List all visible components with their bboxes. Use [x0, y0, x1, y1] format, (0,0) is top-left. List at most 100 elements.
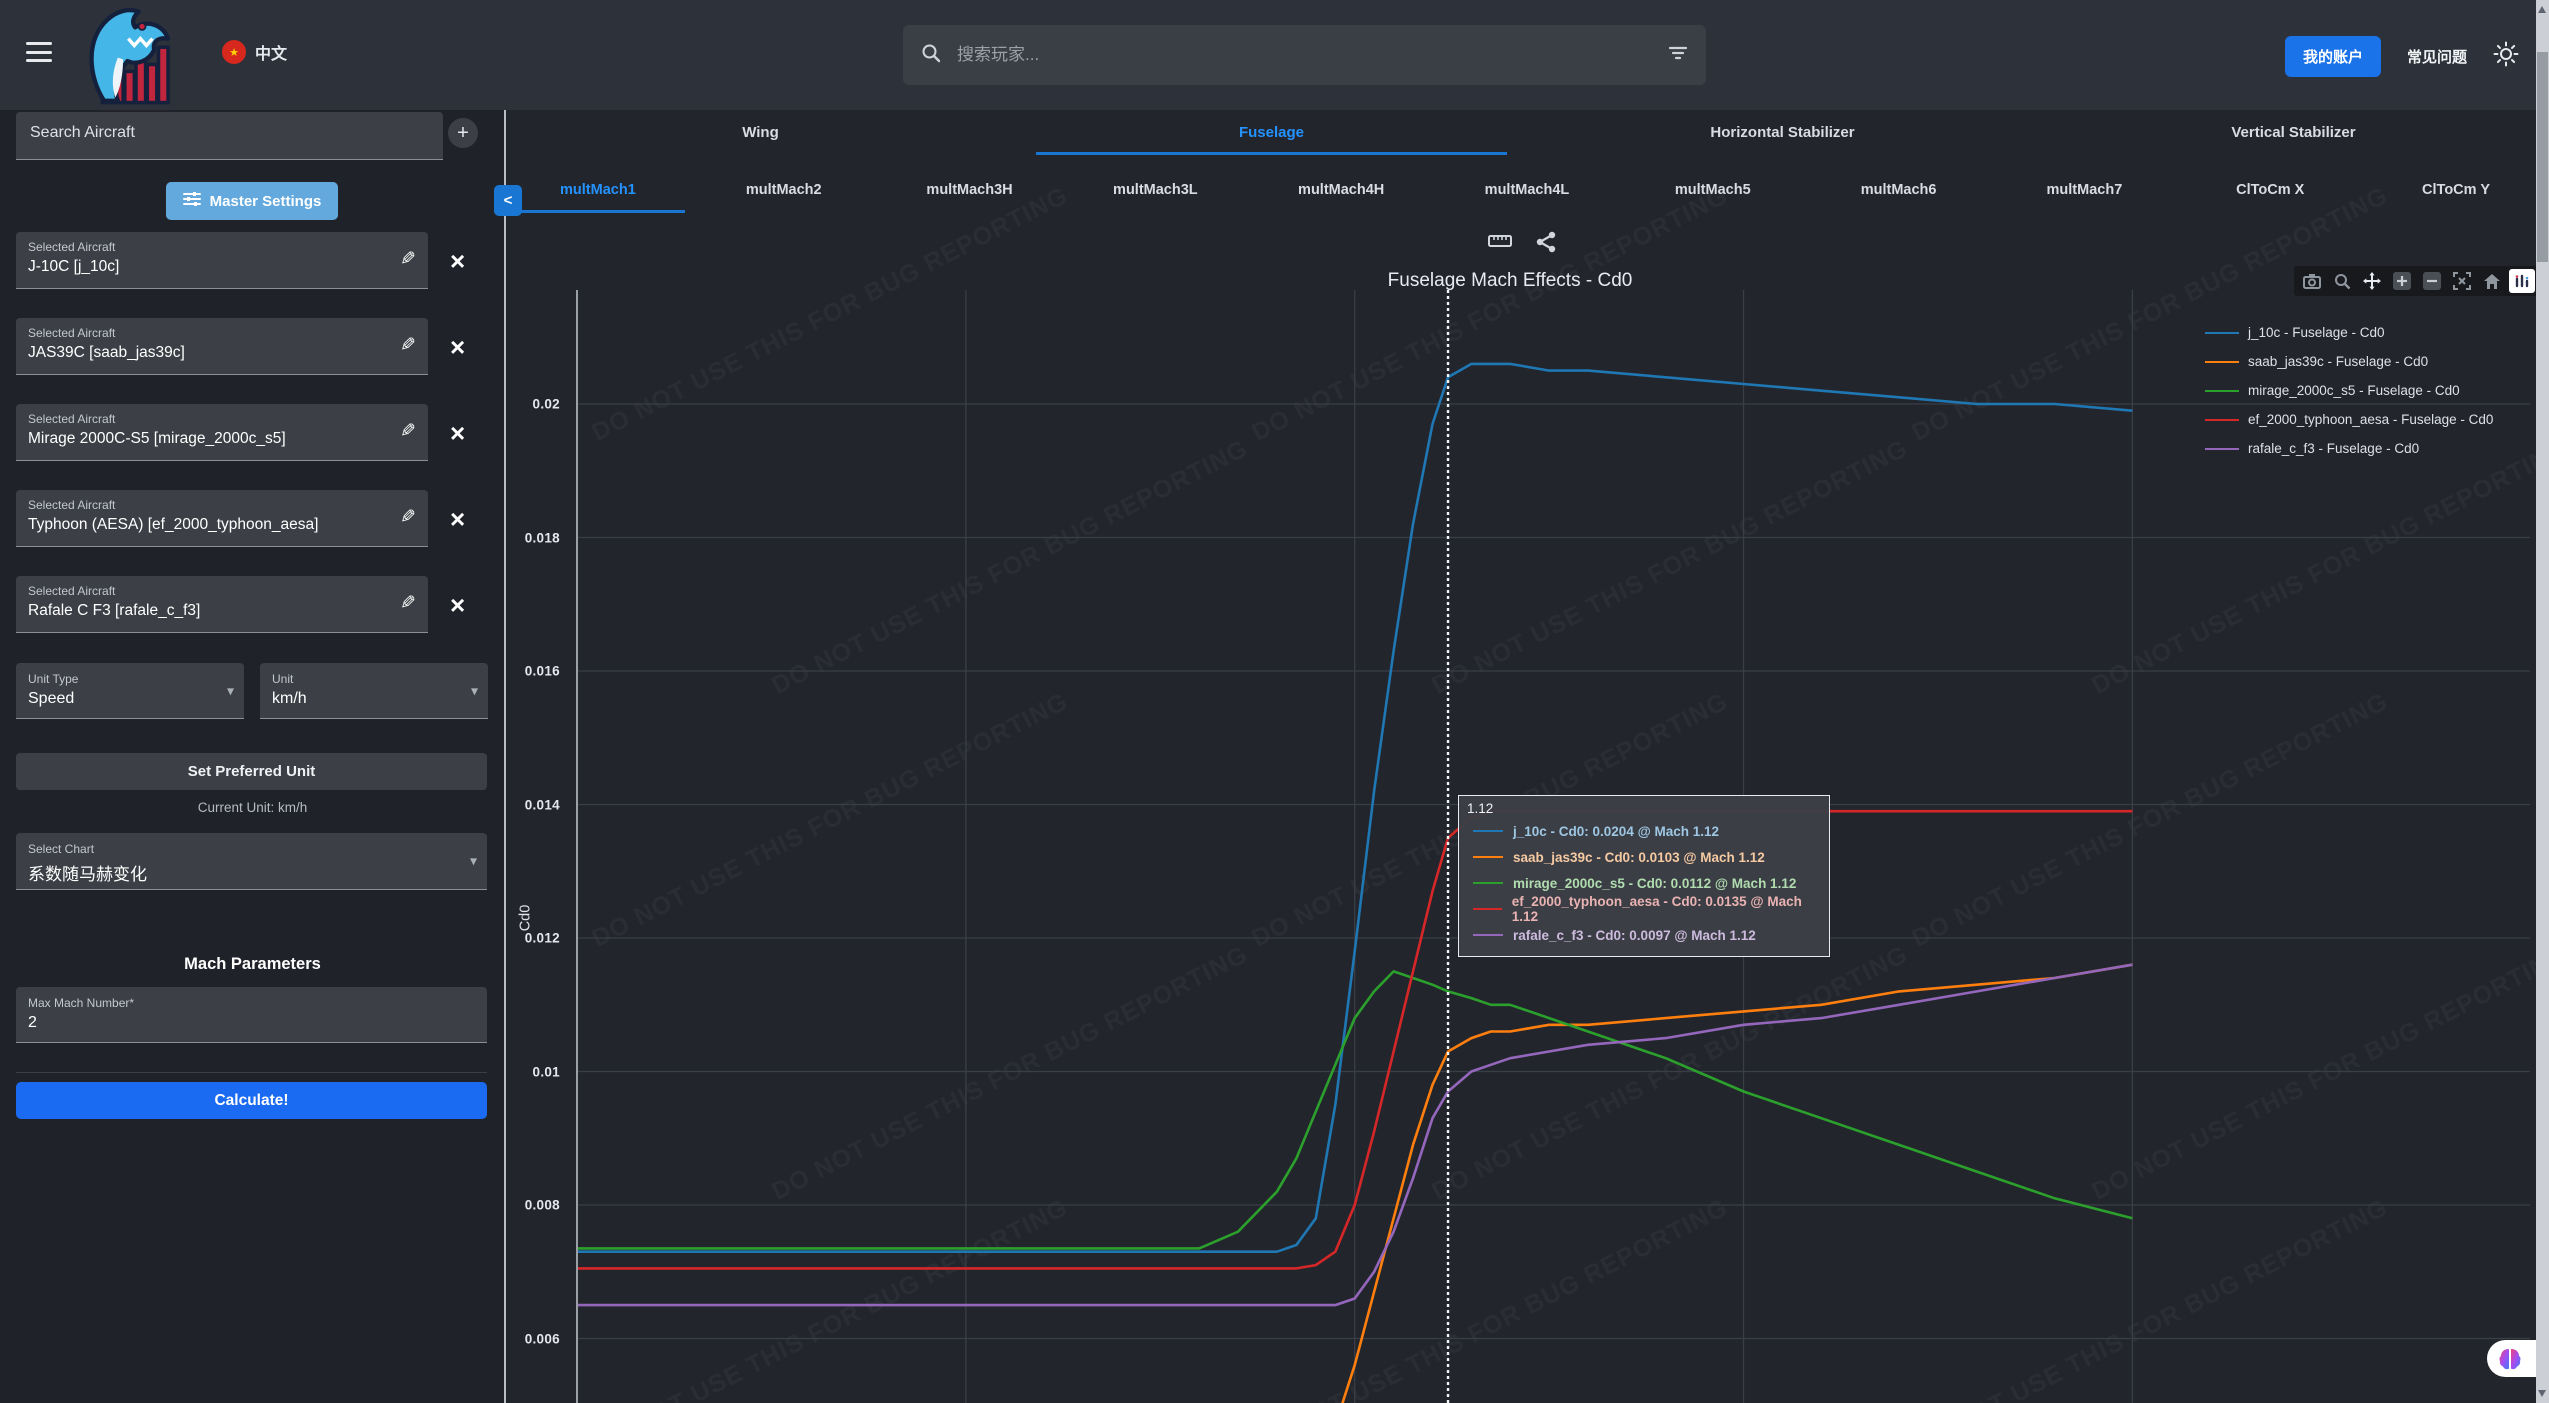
zoom-out-icon[interactable]	[2419, 269, 2445, 293]
chart-title: Fuselage Mach Effects - Cd0	[1010, 270, 2010, 292]
edit-pencil-icon[interactable]: ✎	[400, 334, 416, 357]
faq-link[interactable]: 常见问题	[2407, 46, 2467, 67]
y-tick-label: 0.016	[500, 664, 560, 679]
brain-icon	[2497, 1346, 2523, 1372]
subtab-multmach3h[interactable]: multMach3H	[877, 165, 1063, 215]
edit-pencil-icon[interactable]: ✎	[400, 420, 416, 443]
selected-aircraft-label: Selected Aircraft	[28, 498, 416, 512]
remove-aircraft-icon[interactable]: ×	[450, 592, 465, 618]
plotly-logo-icon[interactable]	[2509, 269, 2535, 293]
search-input[interactable]	[955, 44, 1654, 66]
theme-toggle-sun-icon[interactable]	[2493, 41, 2519, 72]
page-scrollbar[interactable]	[2536, 0, 2549, 1403]
edit-pencil-icon[interactable]: ✎	[400, 592, 416, 615]
tab-horizontal-stabilizer[interactable]: Horizontal Stabilizer	[1527, 110, 2038, 155]
max-mach-input[interactable]: Max Mach Number* 2	[16, 987, 487, 1043]
subtab-multmach1[interactable]: multMach1	[505, 165, 691, 215]
legend-item[interactable]: mirage_2000c_s5 - Fuselage - Cd0	[2205, 376, 2493, 405]
legend-item[interactable]: j_10c - Fuselage - Cd0	[2205, 318, 2493, 347]
set-preferred-unit-button[interactable]: Set Preferred Unit	[16, 753, 487, 790]
legend-line-swatch	[2205, 390, 2239, 392]
zoom-in-icon[interactable]	[2389, 269, 2415, 293]
sidebar: Search Aircraft + Master Settings Select…	[0, 110, 505, 1403]
remove-aircraft-icon[interactable]: ×	[450, 506, 465, 532]
selected-aircraft-row: Selected Aircraft J-10C [j_10c]✎ ×	[16, 232, 478, 289]
tooltip-row: j_10c - Cd0: 0.0204 @ Mach 1.12	[1467, 818, 1819, 844]
selected-aircraft-label: Selected Aircraft	[28, 240, 416, 254]
select-chart-dropdown[interactable]: Select Chart 系数随马赫变化 ▾	[16, 833, 487, 890]
y-tick-label: 0.008	[500, 1198, 560, 1213]
tooltip-text: ef_2000_typhoon_aesa - Cd0: 0.0135 @ Mac…	[1512, 894, 1819, 924]
subtab-multmach5[interactable]: multMach5	[1620, 165, 1806, 215]
legend-line-swatch	[2205, 361, 2239, 363]
download-png-icon[interactable]	[2299, 269, 2325, 293]
subtab-cltocm-x[interactable]: ClToCm X	[2177, 165, 2363, 215]
menu-icon[interactable]	[26, 42, 52, 62]
subtab-multmach6[interactable]: multMach6	[1806, 165, 1992, 215]
legend-item[interactable]: saab_jas39c - Fuselage - Cd0	[2205, 347, 2493, 376]
tooltip-text: saab_jas39c - Cd0: 0.0103 @ Mach 1.12	[1513, 850, 1765, 865]
legend-line-swatch	[2205, 332, 2239, 334]
ruler-icon[interactable]	[1488, 231, 1512, 258]
pan-mode-icon[interactable]	[2359, 269, 2385, 293]
chevron-down-icon: ▾	[471, 682, 478, 699]
autoscale-icon[interactable]	[2449, 269, 2475, 293]
selected-aircraft-row: Selected AircraftRafale C F3 [rafale_c_f…	[16, 576, 478, 633]
legend-item[interactable]: ef_2000_typhoon_aesa - Fuselage - Cd0	[2205, 405, 2493, 434]
edit-pencil-icon[interactable]: ✎	[400, 506, 416, 529]
unit-type-dropdown[interactable]: Unit Type Speed ▾	[16, 663, 244, 719]
search-aircraft-input[interactable]: Search Aircraft	[16, 112, 443, 160]
global-search[interactable]	[903, 25, 1706, 85]
selected-aircraft-card[interactable]: Selected AircraftMirage 2000C-S5 [mirage…	[16, 404, 428, 461]
scroll-up-arrow[interactable]	[2538, 6, 2546, 13]
selected-aircraft-row: Selected AircraftMirage 2000C-S5 [mirage…	[16, 404, 478, 461]
selected-aircraft-label: Selected Aircraft	[28, 412, 416, 426]
share-icon[interactable]	[1536, 231, 1556, 258]
subtab-multmach3l[interactable]: multMach3L	[1062, 165, 1248, 215]
selected-aircraft-name: Typhoon (AESA) [ef_2000_typhoon_aesa]	[28, 516, 416, 534]
divider	[16, 1072, 487, 1073]
filter-icon[interactable]	[1668, 45, 1688, 66]
parameter-tabs: multMach1multMach2multMach3HmultMach3Lmu…	[505, 165, 2549, 215]
calculate-button[interactable]: Calculate!	[16, 1082, 487, 1119]
add-aircraft-button[interactable]: +	[448, 118, 478, 148]
tab-wing[interactable]: Wing	[505, 110, 1016, 155]
tooltip-line-swatch	[1473, 908, 1502, 910]
selected-aircraft-name: J-10C [j_10c]	[28, 258, 416, 276]
subtab-multmach7[interactable]: multMach7	[1992, 165, 2178, 215]
selected-aircraft-card[interactable]: Selected AircraftJAS39C [saab_jas39c]✎	[16, 318, 428, 375]
tooltip-line-swatch	[1473, 856, 1503, 858]
subtab-multmach4h[interactable]: multMach4H	[1248, 165, 1434, 215]
language-selector[interactable]: ★ 中文	[222, 40, 287, 64]
legend-label: mirage_2000c_s5 - Fuselage - Cd0	[2248, 383, 2460, 398]
selected-aircraft-card[interactable]: Selected Aircraft J-10C [j_10c]✎	[16, 232, 428, 289]
legend-label: ef_2000_typhoon_aesa - Fuselage - Cd0	[2248, 412, 2493, 427]
subtab-multmach2[interactable]: multMach2	[691, 165, 877, 215]
master-settings-button[interactable]: Master Settings	[166, 182, 338, 220]
tab-vertical-stabilizer[interactable]: Vertical Stabilizer	[2038, 110, 2549, 155]
subtab-multmach4l[interactable]: multMach4L	[1434, 165, 1620, 215]
selected-aircraft-card[interactable]: Selected AircraftRafale C F3 [rafale_c_f…	[16, 576, 428, 633]
legend-line-swatch	[2205, 419, 2239, 421]
remove-aircraft-icon[interactable]: ×	[450, 248, 465, 274]
remove-aircraft-icon[interactable]: ×	[450, 420, 465, 446]
tab-fuselage[interactable]: Fuselage	[1016, 110, 1527, 155]
sidebar-collapse-button[interactable]: <	[494, 185, 522, 216]
selected-aircraft-label: Selected Aircraft	[28, 584, 416, 598]
edit-pencil-icon[interactable]: ✎	[400, 248, 416, 271]
selected-aircraft-card[interactable]: Selected Aircraft Typhoon (AESA) [ef_2000…	[16, 490, 428, 547]
legend-item[interactable]: rafale_c_f3 - Fuselage - Cd0	[2205, 434, 2493, 463]
remove-aircraft-icon[interactable]: ×	[450, 334, 465, 360]
reset-axes-home-icon[interactable]	[2479, 269, 2505, 293]
my-account-button[interactable]: 我的账户	[2285, 36, 2381, 77]
legend-label: j_10c - Fuselage - Cd0	[2248, 325, 2385, 340]
selected-aircraft-row: Selected AircraftJAS39C [saab_jas39c]✎ ×	[16, 318, 478, 375]
scrollbar-thumb[interactable]	[2537, 52, 2548, 262]
sidebar-divider	[504, 110, 506, 1403]
subtab-cltocm-y[interactable]: ClToCm Y	[2363, 165, 2549, 215]
unit-dropdown[interactable]: Unit km/h ▾	[260, 663, 488, 719]
tooltip-line-swatch	[1473, 934, 1503, 936]
tooltip-line-swatch	[1473, 830, 1503, 832]
scroll-down-arrow[interactable]	[2538, 1390, 2546, 1397]
zoom-mode-icon[interactable]	[2329, 269, 2355, 293]
